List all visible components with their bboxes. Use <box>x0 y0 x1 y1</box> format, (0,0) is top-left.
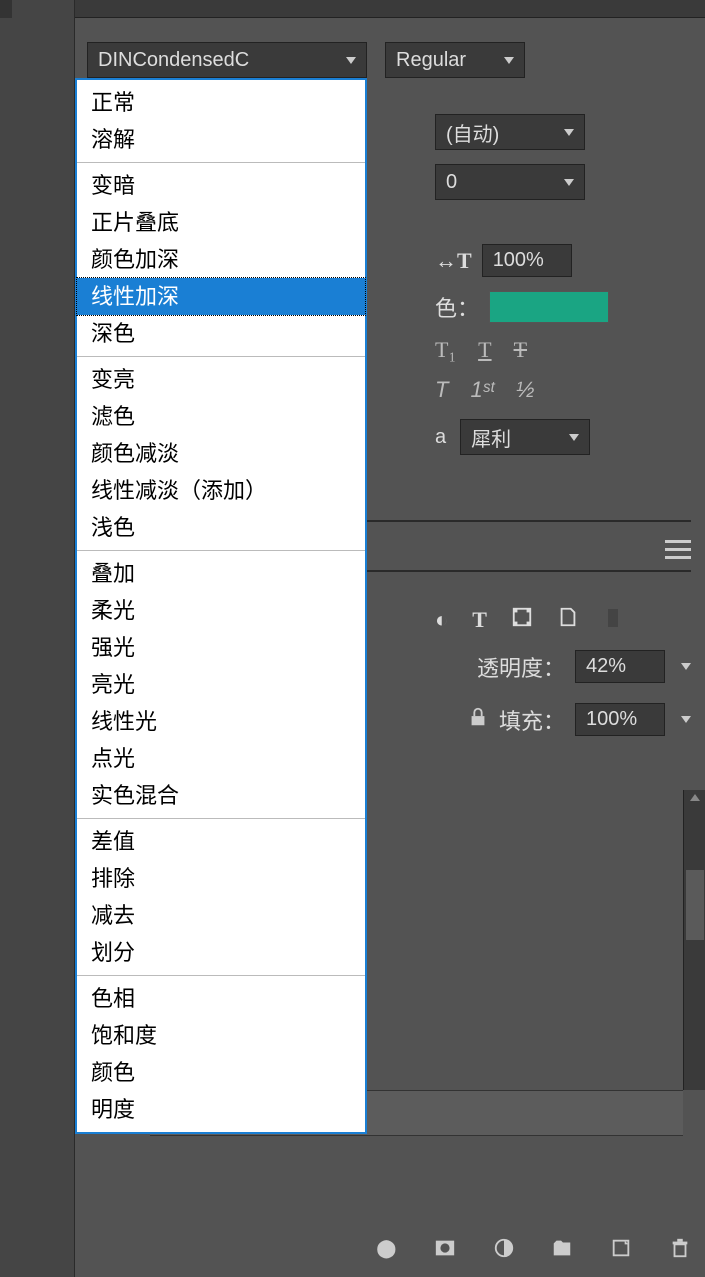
fill-label: 填充： <box>499 704 565 736</box>
fraction-icon[interactable]: ½ <box>516 377 534 403</box>
hscale-icon: ↔T <box>435 248 472 274</box>
hscale-input[interactable]: 100% <box>482 244 572 277</box>
tracking-value: 0 <box>446 171 457 194</box>
antialias-value: 犀利 <box>471 423 511 452</box>
blend-mode-item[interactable]: 溶解 <box>77 121 365 158</box>
blend-mode-item[interactable]: 变亮 <box>77 361 365 398</box>
group-icon[interactable] <box>551 1235 574 1261</box>
blend-mode-item[interactable]: 叠加 <box>77 555 365 592</box>
tracking-dropdown[interactable]: 0 <box>435 164 585 200</box>
blend-mode-item[interactable]: 饱和度 <box>77 1017 365 1054</box>
ordinal-icon[interactable]: 1ˢᵗ <box>470 377 494 403</box>
font-family-dropdown[interactable]: DINCondensedC <box>87 42 367 78</box>
color-label: 色： <box>435 291 479 323</box>
chevron-down-icon <box>504 57 514 64</box>
font-style-value: Regular <box>396 49 466 72</box>
color-swatch[interactable] <box>489 291 609 323</box>
filter-toggle[interactable] <box>603 613 618 627</box>
filter-pixel-icon[interactable]: ◐ <box>435 607 448 633</box>
chevron-down-icon <box>346 57 356 64</box>
underline-icon[interactable]: T <box>478 337 491 363</box>
blend-mode-item[interactable]: 柔光 <box>77 592 365 629</box>
vertical-scrollbar[interactable] <box>683 790 705 1090</box>
chevron-down-icon[interactable] <box>681 663 691 670</box>
filter-type-icon[interactable]: T <box>472 607 487 633</box>
layer-fx-icon[interactable]: ⬤ <box>375 1235 398 1261</box>
opacity-label: 透明度： <box>477 651 565 683</box>
leading-dropdown[interactable]: (自动) <box>435 114 585 150</box>
fill-input[interactable]: 100% <box>575 703 665 736</box>
blend-mode-item[interactable]: 正常 <box>77 84 365 121</box>
adjustment-layer-icon[interactable] <box>492 1235 515 1261</box>
blend-mode-item[interactable]: 线性加深 <box>77 278 365 315</box>
faux-italic-icon[interactable]: T <box>435 377 448 403</box>
subscript-icon[interactable]: T₁ <box>435 337 456 363</box>
chevron-down-icon <box>564 179 574 186</box>
filter-shape-icon[interactable] <box>511 606 533 634</box>
blend-mode-item[interactable]: 划分 <box>77 934 365 971</box>
tool-strip <box>0 0 75 1277</box>
aa-label: a <box>435 426 446 449</box>
filter-smart-icon[interactable] <box>557 606 579 634</box>
blend-mode-item[interactable]: 排除 <box>77 860 365 897</box>
strikethrough-icon[interactable]: Ŧ <box>514 337 527 363</box>
blend-mode-item[interactable]: 色相 <box>77 980 365 1017</box>
lock-icon[interactable] <box>467 706 489 734</box>
new-layer-icon[interactable] <box>610 1235 633 1261</box>
blend-mode-item[interactable]: 浅色 <box>77 509 365 546</box>
blend-mode-item[interactable]: 深色 <box>77 315 365 352</box>
font-family-value: DINCondensedC <box>98 49 249 72</box>
leading-value: (自动) <box>446 118 499 147</box>
blend-mode-item[interactable]: 明度 <box>77 1091 365 1128</box>
scrollbar-thumb[interactable] <box>686 870 704 940</box>
blend-mode-item[interactable]: 点光 <box>77 740 365 777</box>
blend-mode-item[interactable]: 颜色减淡 <box>77 435 365 472</box>
blend-mode-menu[interactable]: 正常溶解变暗正片叠底颜色加深线性加深深色变亮滤色颜色减淡线性减淡（添加）浅色叠加… <box>75 78 367 1134</box>
blend-mode-item[interactable]: 线性光 <box>77 703 365 740</box>
opacity-input[interactable]: 42% <box>575 650 665 683</box>
antialias-dropdown[interactable]: 犀利 <box>460 419 590 455</box>
layer-mask-icon[interactable] <box>434 1235 457 1261</box>
panel-tab-bar <box>75 0 705 18</box>
blend-mode-item[interactable]: 实色混合 <box>77 777 365 814</box>
chevron-down-icon <box>564 129 574 136</box>
blend-mode-item[interactable]: 差值 <box>77 823 365 860</box>
chevron-down-icon[interactable] <box>681 716 691 723</box>
blend-mode-item[interactable]: 正片叠底 <box>77 204 365 241</box>
blend-mode-item[interactable]: 亮光 <box>77 666 365 703</box>
font-style-dropdown[interactable]: Regular <box>385 42 525 78</box>
trash-icon[interactable] <box>668 1235 691 1261</box>
blend-mode-item[interactable]: 线性减淡（添加） <box>77 472 365 509</box>
blend-mode-item[interactable]: 强光 <box>77 629 365 666</box>
blend-mode-item[interactable]: 变暗 <box>77 167 365 204</box>
layers-bottom-bar: ⬤ <box>375 1235 691 1261</box>
blend-mode-item[interactable]: 减去 <box>77 897 365 934</box>
blend-mode-item[interactable]: 颜色 <box>77 1054 365 1091</box>
blend-mode-item[interactable]: 滤色 <box>77 398 365 435</box>
chevron-down-icon <box>569 434 579 441</box>
panel-menu-icon[interactable] <box>665 540 691 559</box>
blend-mode-item[interactable]: 颜色加深 <box>77 241 365 278</box>
